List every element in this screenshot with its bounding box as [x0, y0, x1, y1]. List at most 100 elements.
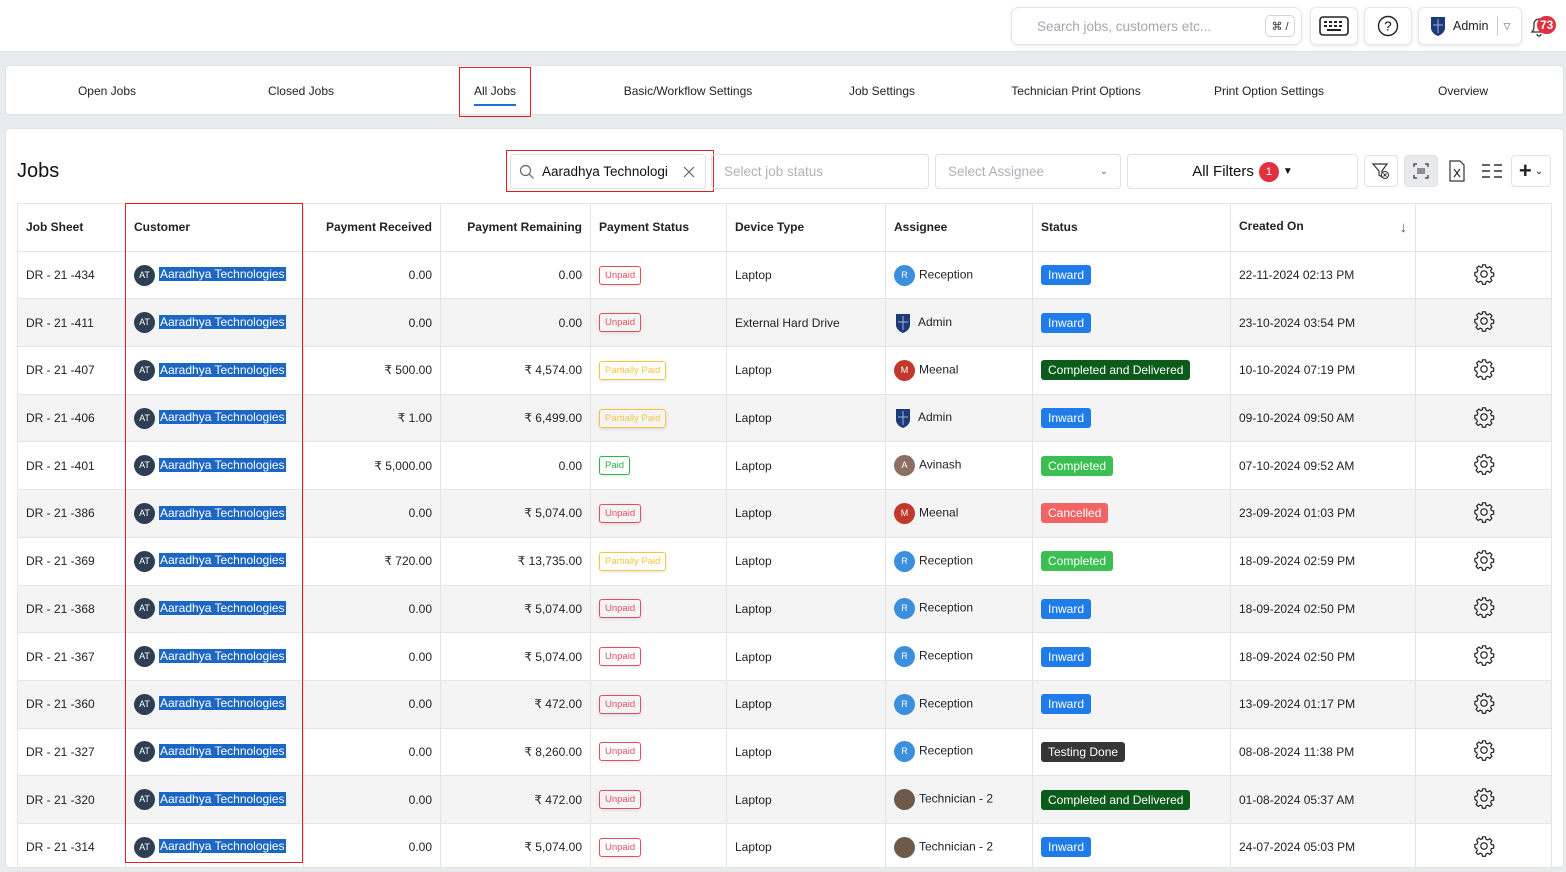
device-type: Laptop	[726, 346, 886, 395]
assignee-avatar: R	[894, 741, 915, 763]
column-header[interactable]: Assignee	[885, 203, 1033, 252]
clear-filters-button[interactable]	[1364, 155, 1398, 187]
job-sheet-id[interactable]: DR - 21 -407	[17, 346, 126, 395]
job-sheet-id[interactable]: DR - 21 -386	[17, 489, 126, 538]
assignee-select[interactable]: Select Assignee ⌄	[935, 154, 1121, 189]
gear-icon[interactable]	[1473, 596, 1495, 619]
assignee-name: Reception	[919, 601, 974, 616]
column-header[interactable]: Payment Received	[303, 203, 441, 252]
column-settings-button[interactable]	[1475, 155, 1509, 187]
column-header[interactable]: Payment Status	[590, 203, 727, 252]
tab-overview[interactable]: Overview	[1438, 66, 1488, 116]
payment-status-badge: Partially Paid	[599, 551, 667, 571]
gear-icon[interactable]	[1473, 501, 1495, 523]
payment-status-cell: Partially Paid	[590, 346, 727, 395]
gear-icon[interactable]	[1473, 692, 1495, 714]
tab-technician-print-options[interactable]: Technician Print Options	[1011, 66, 1140, 116]
column-header[interactable]: Job Sheet	[17, 203, 126, 252]
payment-remaining: ₹ 8,260.00	[440, 727, 591, 777]
gear-icon[interactable]	[1473, 358, 1495, 380]
actions-cell	[1415, 346, 1552, 395]
device-type: Laptop	[726, 727, 886, 777]
tab-basic-workflow-settings[interactable]: Basic/Workflow Settings	[624, 66, 753, 116]
gear-icon[interactable]	[1473, 787, 1495, 809]
assignee-cell: R Reception	[885, 536, 1033, 586]
column-header[interactable]: Created On ↓	[1230, 203, 1416, 252]
barcode-scan-button[interactable]	[1404, 155, 1438, 187]
assignee-name: Reception	[919, 744, 974, 759]
sort-desc-icon[interactable]: ↓	[1400, 219, 1408, 236]
job-sheet-id[interactable]: DR - 21 -434	[17, 250, 126, 300]
payment-received: 0.00	[303, 822, 441, 872]
payment-status-cell: Unpaid	[590, 727, 727, 777]
payment-remaining: ₹ 472.00	[440, 679, 591, 729]
user-menu[interactable]: Admin ▽	[1418, 7, 1522, 45]
gear-icon[interactable]	[1473, 739, 1495, 762]
device-type: Laptop	[726, 441, 886, 491]
job-sheet-id[interactable]: DR - 21 -320	[17, 775, 126, 824]
assignee-cell: R Reception	[885, 250, 1033, 300]
tab-open-jobs[interactable]: Open Jobs	[78, 66, 136, 116]
created-on: 10-10-2024 07:19 PM	[1230, 346, 1416, 395]
created-on: 08-08-2024 11:38 PM	[1230, 727, 1416, 777]
assignee-cell: R Reception	[885, 632, 1033, 681]
assignee-cell: M Meenal	[885, 346, 1033, 395]
job-sheet-id[interactable]: DR - 21 -327	[17, 727, 126, 777]
column-header[interactable]: Device Type	[726, 203, 886, 252]
assignee-avatar: A	[894, 455, 915, 477]
assignee-name: Reception	[919, 267, 974, 282]
column-header[interactable]	[1415, 203, 1552, 252]
export-excel-button[interactable]	[1440, 155, 1474, 187]
job-sheet-id[interactable]: DR - 21 -401	[17, 441, 126, 491]
barcode-icon	[1413, 163, 1429, 179]
assignee-cell: R Reception	[885, 727, 1033, 777]
actions-cell	[1415, 822, 1552, 872]
gear-icon[interactable]	[1473, 835, 1495, 857]
gear-icon[interactable]	[1473, 406, 1495, 428]
status-badge: Inward	[1041, 265, 1092, 286]
assignee-name: Meenal	[919, 505, 959, 520]
all-filters-button[interactable]: All Filters 1 ▼	[1127, 154, 1358, 189]
job-status-select[interactable]: Select job status	[711, 154, 929, 189]
assignee-cell: R Reception	[885, 584, 1033, 634]
help-button[interactable]: ?	[1364, 7, 1412, 45]
actions-cell	[1415, 298, 1552, 348]
global-search-input[interactable]: Search jobs, customers etc... ⌘ /	[1011, 7, 1302, 45]
top-bar: Search jobs, customers etc... ⌘ / ? Admin…	[0, 0, 1566, 52]
job-sheet-id[interactable]: DR - 21 -369	[17, 536, 126, 586]
tab-print-option-settings[interactable]: Print Option Settings	[1214, 66, 1324, 116]
gear-icon[interactable]	[1473, 263, 1495, 285]
job-sheet-id[interactable]: DR - 21 -368	[17, 584, 126, 634]
job-sheet-id[interactable]: DR - 21 -411	[17, 298, 126, 348]
status-cell: Completed and Delivered	[1032, 346, 1231, 395]
assignee-name: Meenal	[919, 362, 959, 377]
add-job-button[interactable]: + ⌄	[1511, 155, 1551, 187]
device-type: Laptop	[726, 822, 886, 872]
assignee-cell: Technician - 2	[885, 822, 1033, 872]
assignee-name: Reception	[919, 648, 974, 663]
keyboard-button[interactable]	[1310, 7, 1358, 45]
gear-icon[interactable]	[1473, 549, 1495, 571]
column-header[interactable]: Payment Remaining	[440, 203, 591, 252]
payment-status-badge: Unpaid	[599, 265, 642, 285]
gear-icon[interactable]	[1473, 310, 1495, 333]
assignee-name: Admin	[918, 314, 953, 329]
job-sheet-id[interactable]: DR - 21 -367	[17, 632, 126, 681]
actions-cell	[1415, 775, 1552, 824]
tab-closed-jobs[interactable]: Closed Jobs	[268, 66, 334, 116]
payment-status-cell: Unpaid	[590, 298, 727, 348]
gear-icon[interactable]	[1473, 644, 1495, 666]
tab-all-jobs[interactable]: All Jobs	[458, 67, 532, 117]
device-type: Laptop	[726, 584, 886, 634]
job-sheet-id[interactable]: DR - 21 -406	[17, 393, 126, 443]
chevron-down-icon[interactable]: ▽	[1503, 21, 1510, 32]
status-cell: Testing Done	[1032, 727, 1231, 777]
customer-column-highlight	[125, 203, 303, 863]
gear-icon[interactable]	[1473, 453, 1495, 476]
payment-status-cell: Partially Paid	[590, 536, 727, 586]
job-sheet-id[interactable]: DR - 21 -314	[17, 822, 126, 872]
payment-remaining: 0.00	[440, 298, 591, 348]
job-sheet-id[interactable]: DR - 21 -360	[17, 679, 126, 729]
column-header[interactable]: Status	[1032, 203, 1231, 252]
tab-job-settings[interactable]: Job Settings	[849, 66, 915, 116]
